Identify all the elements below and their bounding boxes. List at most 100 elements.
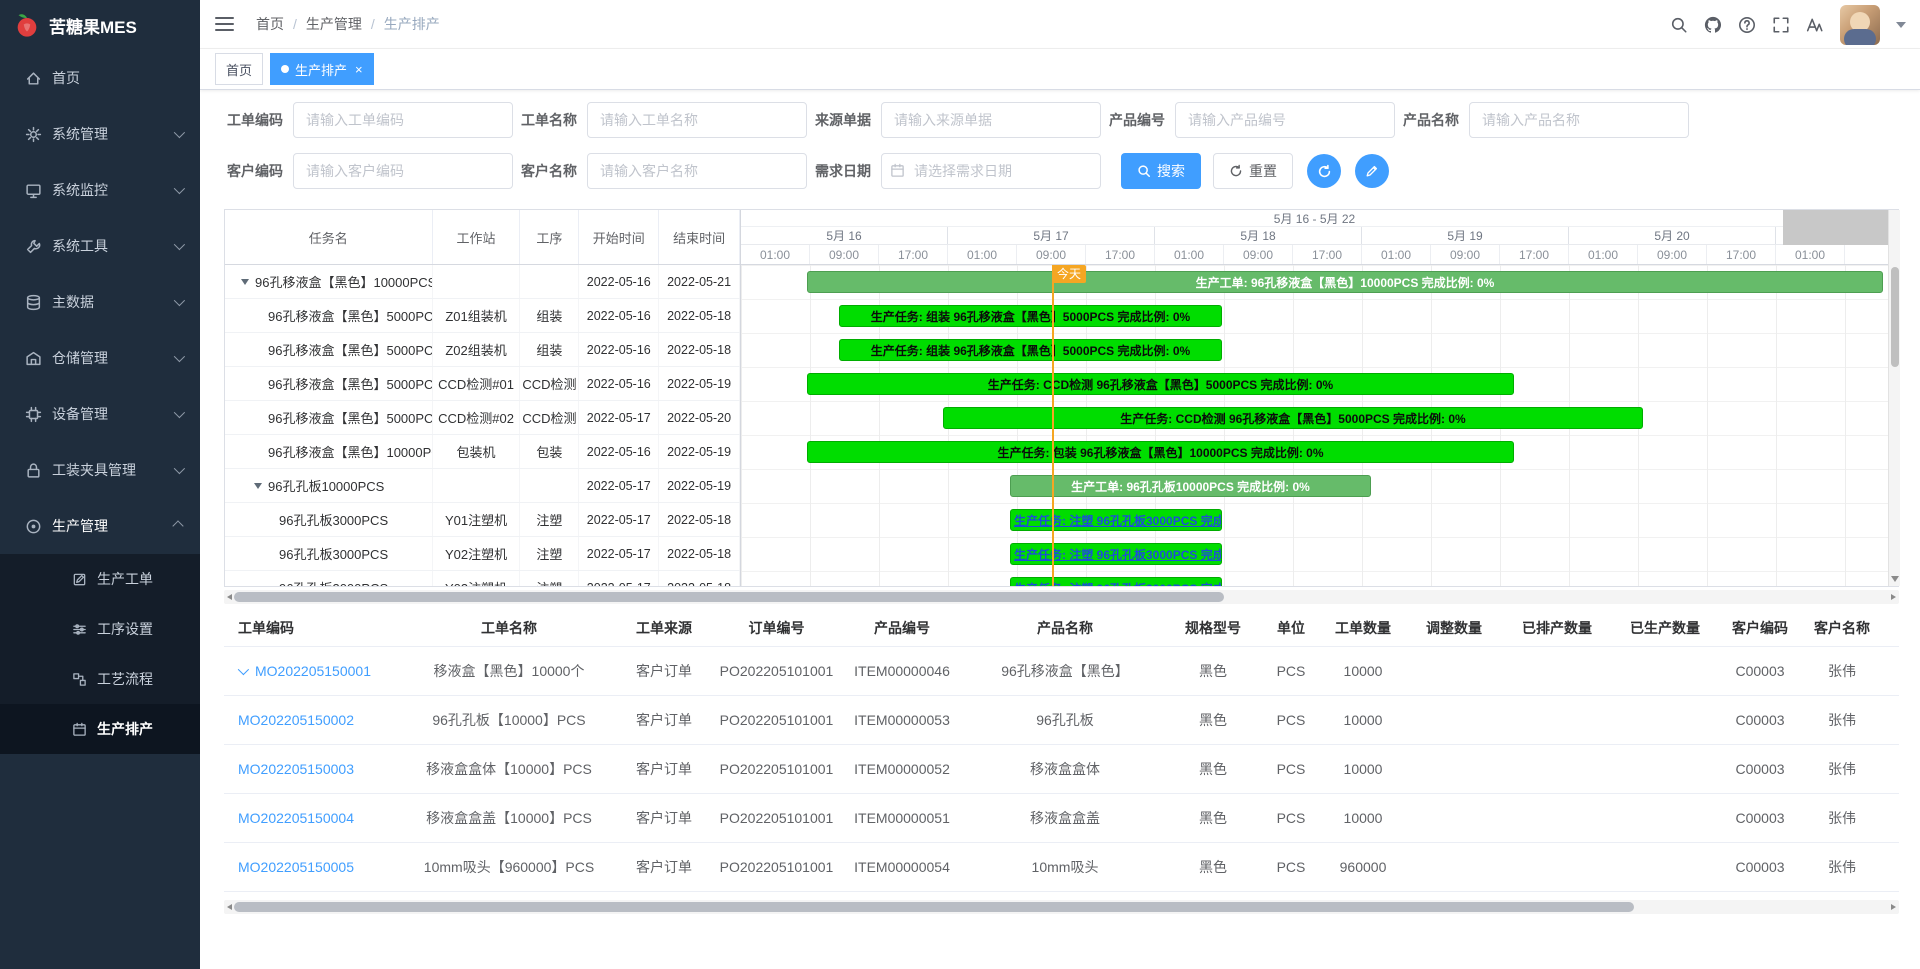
workorder-name-input[interactable] [587, 102, 807, 138]
sidebar-item-warehouse[interactable]: 仓储管理 [0, 330, 200, 386]
gantt-row[interactable]: 96孔移液盒【黑色】5000PCSCCD检测#01CCD检测2022-05-16… [225, 367, 740, 401]
sidebar-item-fixture[interactable]: 工装夹具管理 [0, 442, 200, 498]
edit-circle-button[interactable] [1355, 154, 1389, 188]
tree-expand-caret[interactable] [241, 279, 249, 285]
refresh-circle-button[interactable] [1307, 154, 1341, 188]
gantt-bar-task[interactable]: 生产任务: 包装 96孔移液盒【黑色】10000PCS 完成比例: 0% [807, 441, 1514, 463]
today-marker-label: 今天 [1052, 265, 1086, 283]
sidebar-item-production[interactable]: 生产管理 [0, 498, 200, 554]
table-cell [1503, 843, 1611, 891]
app-logo[interactable]: 苦糖果MES [0, 0, 200, 50]
sidebar-item-label: 系统管理 [52, 124, 174, 144]
gantt-row[interactable]: 96孔移液盒【黑色】5000PCSZ02组装机组装2022-05-162022-… [225, 333, 740, 367]
table-cell: PCS [1261, 647, 1321, 695]
sidebar-subitem-flow[interactable]: 工艺流程 [0, 654, 200, 704]
gantt-row[interactable]: 96孔移液盒【黑色】5000PCSCCD检测#02CCD检测2022-05-17… [225, 401, 740, 435]
table-horizontal-scrollbar[interactable] [224, 900, 1899, 914]
search-icon[interactable] [1670, 16, 1688, 34]
tab-close-icon[interactable]: × [355, 63, 363, 76]
gantt-vertical-scrollbar[interactable] [1888, 210, 1900, 586]
gantt-bar-task[interactable]: 生产任务: 注塑 96孔孔板3000PCS 完成比例: 0% [1010, 543, 1222, 565]
fullscreen-icon[interactable] [1772, 16, 1790, 34]
workorder-code-input[interactable] [293, 102, 513, 138]
gantt-vscroll-down-arrow-icon[interactable] [1891, 576, 1899, 582]
scroll-right-arrow-icon[interactable] [1891, 904, 1896, 910]
search-button[interactable]: 搜索 [1121, 153, 1201, 189]
gantt-bar-task[interactable]: 生产任务: 注塑 96孔孔板3000PCS 完成比例: 0% [1010, 577, 1222, 586]
customer-name-input[interactable] [587, 153, 807, 189]
help-icon[interactable] [1738, 16, 1756, 34]
sidebar-item-monitor[interactable]: 系统监控 [0, 162, 200, 218]
gantt-hscroll-thumb[interactable] [234, 592, 1224, 602]
scroll-right-arrow-icon[interactable] [1891, 594, 1896, 600]
gantt-column-header: 任务名 [225, 210, 433, 264]
fixture-icon [25, 462, 42, 479]
customer-code-input[interactable] [293, 153, 513, 189]
sidebar: 苦糖果MES 首页系统管理系统监控系统工具主数据仓储管理设备管理工装夹具管理生产… [0, 0, 200, 969]
gantt-time-label: 17:00 [1500, 245, 1569, 264]
product-name-input[interactable] [1469, 102, 1689, 138]
gantt-row[interactable]: 96孔移液盒【黑色】10000PCS2022-05-162022-05-21 [225, 265, 740, 299]
reset-button[interactable]: 重置 [1213, 153, 1293, 189]
sidebar-item-database[interactable]: 主数据 [0, 274, 200, 330]
breadcrumb-item[interactable]: 生产管理 [306, 14, 362, 34]
font-size-icon[interactable] [1806, 16, 1824, 34]
sidebar-subitem-process[interactable]: 工序设置 [0, 604, 200, 654]
table-cell: 2022-05-20 [1883, 647, 1899, 695]
sidebar-toggle-icon[interactable] [215, 16, 234, 32]
github-icon[interactable] [1704, 16, 1722, 34]
gantt-row[interactable]: 96孔移液盒【黑色】10000PCS包装机包装2022-05-162022-05… [225, 435, 740, 469]
table-column-header: 需求日期 [1883, 609, 1899, 646]
sidebar-item-tools[interactable]: 系统工具 [0, 218, 200, 274]
table-row[interactable]: MO20220515000296孔孔板【10000】PCS客户订单PO20220… [224, 696, 1899, 745]
user-avatar[interactable] [1840, 5, 1880, 45]
gantt-column-header: 开始时间 [579, 210, 659, 264]
gantt-start-date: 2022-05-17 [579, 401, 659, 434]
gantt-vscroll-thumb[interactable] [1891, 267, 1899, 367]
workorder-link[interactable]: MO202205150004 [238, 810, 354, 826]
gantt-row[interactable]: 96孔孔板3000PCSY01注塑机注塑2022-05-172022-05-18 [225, 503, 740, 537]
gantt-row[interactable]: 96孔孔板3000PCSY03注塑机注塑2022-05-172022-05-18 [225, 571, 740, 586]
gantt-bar-task[interactable]: 生产任务: 组装 96孔移液盒【黑色】5000PCS 完成比例: 0% [839, 305, 1222, 327]
scroll-left-arrow-icon[interactable] [227, 904, 232, 910]
scroll-left-arrow-icon[interactable] [227, 594, 232, 600]
gantt-bar-project[interactable]: 生产工单: 96孔孔板10000PCS 完成比例: 0% [1010, 475, 1371, 497]
workorder-link[interactable]: MO202205150005 [238, 859, 354, 875]
product-code-input[interactable] [1175, 102, 1395, 138]
sidebar-subitem-workorder[interactable]: 生产工单 [0, 554, 200, 604]
tree-expand-caret[interactable] [254, 483, 262, 489]
gantt-bar-task[interactable]: 生产任务: CCD检测 96孔移液盒【黑色】5000PCS 完成比例: 0% [807, 373, 1514, 395]
tab-production-scheduling[interactable]: 生产排产× [270, 53, 374, 85]
row-expand-caret[interactable] [238, 664, 249, 675]
demand-date-input[interactable] [881, 153, 1101, 189]
sidebar-item-label: 主数据 [52, 292, 174, 312]
workorder-link[interactable]: MO202205150003 [238, 761, 354, 777]
gantt-bar-task[interactable]: 生产任务: 注塑 96孔孔板3000PCS 完成比例: 0% [1010, 509, 1222, 531]
sidebar-item-device[interactable]: 设备管理 [0, 386, 200, 442]
table-row[interactable]: MO202205150003移液盒盒体【10000】PCS客户订单PO20220… [224, 745, 1899, 794]
breadcrumb-item[interactable]: 首页 [256, 14, 284, 34]
table-row[interactable]: MO20220515000510mm吸头【960000】PCS客户订单PO202… [224, 843, 1899, 892]
gantt-row[interactable]: 96孔孔板10000PCS2022-05-172022-05-19 [225, 469, 740, 503]
gantt-horizontal-scrollbar[interactable] [224, 590, 1899, 604]
workorder-link[interactable]: MO202205150002 [238, 712, 354, 728]
workorder-link[interactable]: MO202205150001 [255, 663, 371, 679]
table-row[interactable]: MO202205150001移液盒【黑色】10000个客户订单PO2022051… [224, 647, 1899, 696]
gantt-bar-project[interactable]: 生产工单: 96孔移液盒【黑色】10000PCS 完成比例: 0% [807, 271, 1883, 293]
source-document-input[interactable] [881, 102, 1101, 138]
table-row[interactable]: MO202205150004移液盒盒盖【10000】PCS客户订单PO20220… [224, 794, 1899, 843]
user-menu-caret-icon[interactable] [1896, 22, 1906, 28]
gantt-time-label: 01:00 [1155, 245, 1224, 264]
sidebar-subitem-schedule[interactable]: 生产排产 [0, 704, 200, 754]
gantt-bar-task[interactable]: 生产任务: 组装 96孔移液盒【黑色】5000PCS 完成比例: 0% [839, 339, 1222, 361]
sidebar-item-home[interactable]: 首页 [0, 50, 200, 106]
workorders-table-body: MO202205150001移液盒【黑色】10000个客户订单PO2022051… [224, 647, 1899, 892]
gantt-row[interactable]: 96孔移液盒【黑色】5000PCSZ01组装机组装2022-05-162022-… [225, 299, 740, 333]
table-cell: PO202205101001 [714, 794, 839, 842]
gantt-row[interactable]: 96孔孔板3000PCSY02注塑机注塑2022-05-172022-05-18 [225, 537, 740, 571]
gantt-bar-task[interactable]: 生产任务: CCD检测 96孔移液盒【黑色】5000PCS 完成比例: 0% [943, 407, 1643, 429]
table-cell: 客户订单 [614, 647, 714, 695]
table-hscroll-thumb[interactable] [234, 902, 1634, 912]
tab-home[interactable]: 首页 [215, 53, 263, 85]
sidebar-item-gear[interactable]: 系统管理 [0, 106, 200, 162]
